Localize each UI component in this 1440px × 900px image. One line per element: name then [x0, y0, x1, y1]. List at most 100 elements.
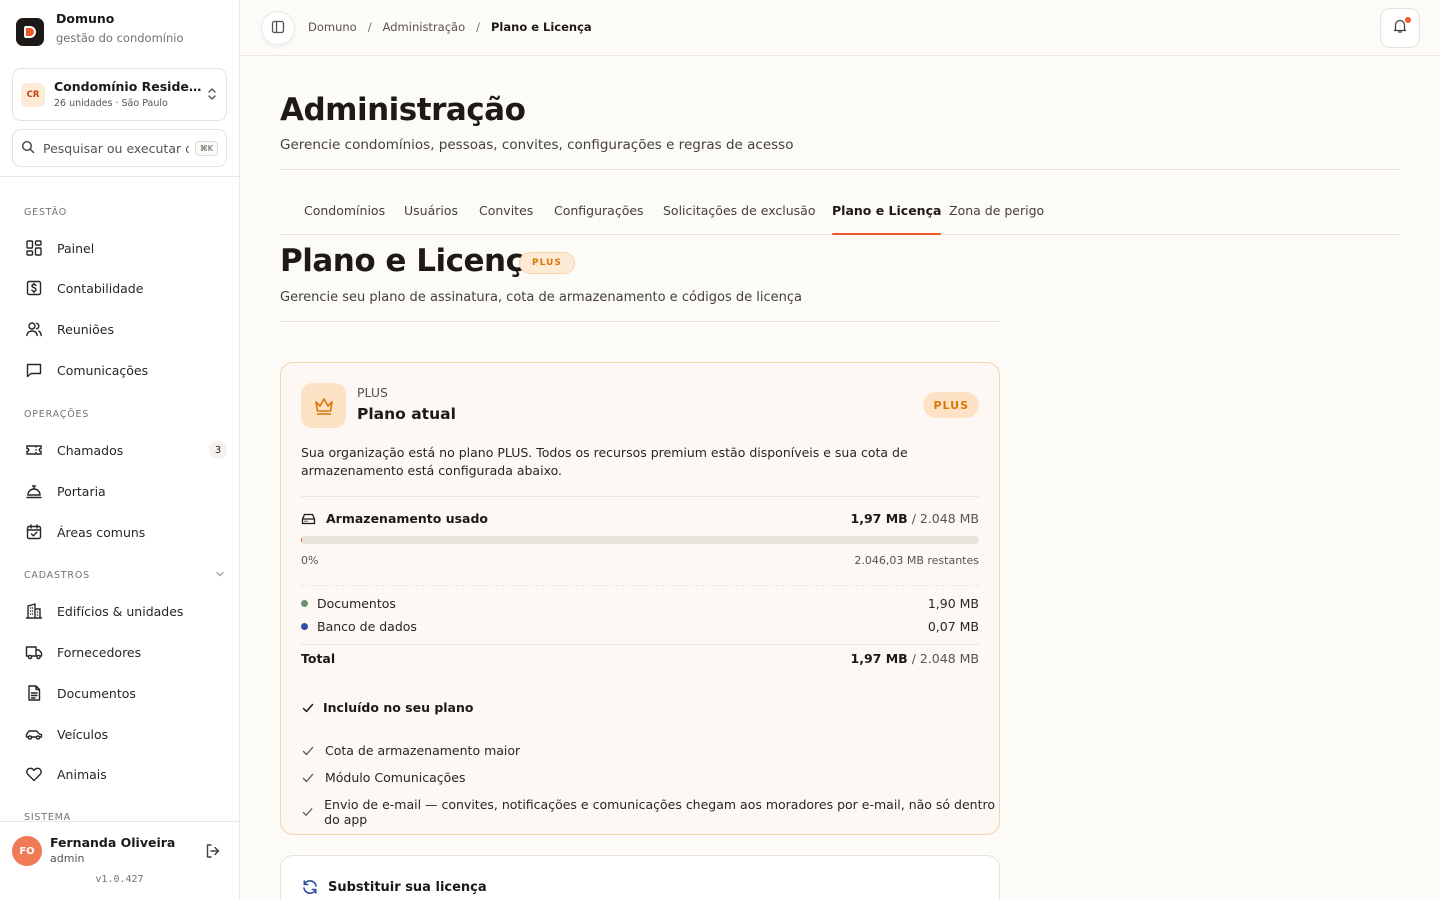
- search-shortcut: ⌘K: [194, 140, 218, 156]
- page-subtitle: Gerencie condomínios, pessoas, convites,…: [280, 137, 794, 153]
- sidebar-item-label: Portaria: [57, 483, 106, 499]
- chevron-down-icon[interactable]: [215, 570, 225, 581]
- storage-row-value: 0,07 MB: [927, 619, 979, 634]
- sidebar-item-reunioes[interactable]: Reuniões: [24, 314, 227, 344]
- storage-quota: / 2.048 MB: [911, 511, 979, 526]
- tab-convites[interactable]: Convites: [479, 203, 533, 235]
- building-icon: [24, 601, 44, 621]
- breadcrumb-item-domuno[interactable]: Domuno: [308, 20, 357, 34]
- org-meta: 26 unidades · São Paulo: [54, 97, 168, 109]
- section-title: Plano e Licença: [280, 243, 544, 279]
- document-icon: [24, 683, 44, 703]
- storage-label-text: Armazenamento usado: [326, 511, 489, 526]
- replace-license-text: Substituir sua licença: [328, 879, 487, 895]
- feature-label: Envio de e-mail — convites, notificações…: [324, 797, 996, 827]
- hard-drive-icon: [301, 513, 316, 524]
- users-icon: [24, 319, 44, 339]
- sidebar-toggle-button[interactable]: [261, 11, 295, 45]
- crown-icon: [301, 383, 346, 428]
- sidebar: Domuno gestão do condomínio CR Condomíni…: [0, 0, 240, 900]
- sidebar-item-comunicacoes[interactable]: Comunicações: [24, 355, 227, 385]
- search-input[interactable]: Pesquisar ou executar comando ⌘K: [12, 129, 227, 167]
- dollar-icon: [24, 278, 44, 298]
- sidebar-item-chamados[interactable]: Chamados 3: [24, 435, 227, 465]
- user-name: Fernanda Oliveira: [50, 835, 176, 850]
- sidebar-item-veiculos[interactable]: Veículos: [24, 719, 227, 749]
- feature-item: Módulo Comunicações: [301, 770, 466, 785]
- calendar-check-icon: [24, 522, 44, 542]
- storage-total-value: 1,97 MB / 2.048 MB: [851, 651, 979, 666]
- replace-license-title: Substituir sua licença: [301, 878, 487, 896]
- storage-total-used: 1,97 MB: [850, 651, 908, 666]
- plan-eyebrow: PLUS: [357, 385, 388, 400]
- sidebar-item-label: Reuniões: [57, 321, 114, 337]
- tab-zona-perigo[interactable]: Zona de perigo: [949, 203, 1044, 235]
- legend-dot: [301, 623, 308, 630]
- tab-configuracoes[interactable]: Configurações: [554, 203, 644, 235]
- sidebar-item-contabilidade[interactable]: Contabilidade: [24, 273, 227, 303]
- topbar: Domuno / Administração / Plano e Licença: [240, 0, 1440, 56]
- logout-icon[interactable]: [204, 842, 222, 864]
- tab-solicitacoes-exclusao[interactable]: Solicitações de exclusão: [663, 203, 815, 235]
- sidebar-item-label: Contabilidade: [57, 280, 144, 296]
- legend-dot: [301, 600, 308, 607]
- search-placeholder: Pesquisar ou executar comando: [43, 140, 189, 156]
- avatar[interactable]: FO: [12, 836, 42, 866]
- tab-usuarios[interactable]: Usuários: [404, 203, 458, 235]
- brand-logo-icon: [16, 18, 44, 46]
- storage-progress-bar: [301, 536, 979, 544]
- section-operacoes: OPERAÇÕES: [24, 409, 90, 420]
- sidebar-item-label: Animais: [57, 766, 107, 782]
- divider: [280, 169, 1400, 170]
- brand[interactable]: Domuno gestão do condomínio: [16, 10, 184, 46]
- truck-icon: [24, 642, 44, 662]
- notification-dot: [1405, 17, 1411, 23]
- brand-subtitle: gestão do condomínio: [56, 30, 184, 45]
- sidebar-item-label: Edifícios & unidades: [57, 603, 184, 619]
- storage-label: Armazenamento usado: [301, 511, 488, 526]
- tab-condominios[interactable]: Condomínios: [304, 203, 385, 235]
- bell-concierge-icon: [24, 481, 44, 501]
- storage-row-value: 1,90 MB: [927, 596, 979, 611]
- check-icon: [302, 703, 314, 712]
- ticket-icon: [24, 440, 44, 460]
- breadcrumb-current: Plano e Licença: [491, 20, 592, 34]
- current-plan-card: PLUS Plano atual PLUS Sua organização es…: [280, 362, 1000, 835]
- tab-plano-licenca[interactable]: Plano e Licença: [832, 203, 942, 235]
- brand-name: Domuno: [56, 10, 115, 26]
- storage-total-quota: / 2.048 MB: [911, 651, 979, 666]
- sidebar-item-areas-comuns[interactable]: Áreas comuns: [24, 517, 227, 547]
- feature-item: Envio de e-mail — convites, notificações…: [301, 797, 999, 827]
- sidebar-toggle-icon: [271, 19, 285, 38]
- storage-percent: 0%: [301, 554, 319, 567]
- sidebar-item-edificios[interactable]: Edifícios & unidades: [24, 596, 227, 626]
- org-switcher[interactable]: CR Condomínio Residencial 26 unidades · …: [12, 68, 227, 121]
- chevron-up-down-icon: [206, 87, 218, 102]
- org-badge: CR: [21, 82, 45, 107]
- divider: [280, 321, 1000, 322]
- org-name: Condomínio Residencial: [54, 78, 206, 94]
- plan-description: Sua organização está no plano PLUS. Todo…: [301, 445, 908, 478]
- breadcrumb-item-administracao[interactable]: Administração: [383, 20, 466, 34]
- section-gestao: GESTÃO: [24, 207, 68, 218]
- sidebar-item-painel[interactable]: Painel: [24, 233, 227, 263]
- message-icon: [24, 360, 44, 380]
- sidebar-item-label: Comunicações: [57, 362, 149, 378]
- search-icon: [21, 139, 35, 158]
- app-version: v1.0.427: [95, 874, 144, 885]
- plan-card-badge: PLUS: [923, 392, 979, 418]
- storage-row-documentos: Documentos 1,90 MB: [301, 596, 979, 611]
- sidebar-divider: [0, 176, 239, 177]
- sidebar-item-fornecedores[interactable]: Fornecedores: [24, 637, 227, 667]
- user-role: admin: [50, 852, 85, 865]
- user-panel: FO Fernanda Oliveira admin v1.0.427: [0, 821, 239, 900]
- sidebar-item-label: Áreas comuns: [57, 524, 146, 540]
- storage-progress-fill: [301, 536, 302, 544]
- feature-item: Cota de armazenamento maior: [301, 743, 520, 758]
- sidebar-item-documentos[interactable]: Documentos: [24, 678, 227, 708]
- divider: [301, 585, 979, 586]
- heart-icon: [24, 764, 44, 784]
- notifications-button[interactable]: [1380, 8, 1420, 48]
- sidebar-item-portaria[interactable]: Portaria: [24, 476, 227, 506]
- sidebar-item-animais[interactable]: Animais: [24, 759, 227, 789]
